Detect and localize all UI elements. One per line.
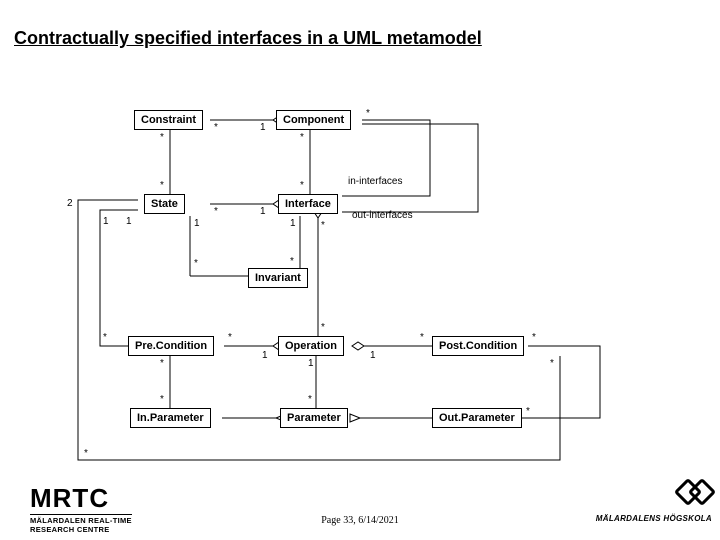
logo-mdh-icon (676, 479, 712, 501)
mult: 1 (126, 216, 132, 227)
mult: * (228, 332, 232, 343)
class-state: State (144, 194, 185, 214)
mult: * (300, 180, 304, 191)
page-title: Contractually specified interfaces in a … (14, 28, 482, 49)
role-out-interfaces: out-interfaces (352, 210, 413, 221)
mult: * (103, 332, 107, 343)
mult: * (214, 206, 218, 217)
mult: 1 (260, 206, 266, 217)
class-component: Component (276, 110, 351, 130)
mult: * (160, 180, 164, 191)
mult: 1 (370, 350, 376, 361)
mult: * (420, 332, 424, 343)
class-precondition: Pre.Condition (128, 336, 214, 356)
mult: * (160, 358, 164, 369)
mult: 1 (290, 218, 296, 229)
class-interface: Interface (278, 194, 338, 214)
diagram-edges (0, 60, 720, 480)
mult: 1 (260, 122, 266, 133)
logo-mrtc: MRTC MÄLARDALEN REAL-TIME RESEARCH CENTR… (30, 483, 132, 534)
class-postcondition: Post.Condition (432, 336, 524, 356)
mult: * (290, 256, 294, 267)
mult: * (366, 108, 370, 119)
mult: * (321, 220, 325, 231)
logo-mdh: MÄLARDALENS HÖGSKOLA (596, 479, 712, 526)
class-operation: Operation (278, 336, 344, 356)
class-parameter: Parameter (280, 408, 348, 428)
mult: * (550, 358, 554, 369)
class-outparameter: Out.Parameter (432, 408, 522, 428)
uml-diagram: Constraint Component State Interface Inv… (0, 60, 720, 480)
class-invariant: Invariant (248, 268, 308, 288)
mult: * (194, 258, 198, 269)
mult: * (308, 394, 312, 405)
logo-mrtc-main: MRTC (30, 483, 132, 514)
mult: 1 (103, 216, 109, 227)
mult: * (300, 132, 304, 143)
role-in-interfaces: in-interfaces (348, 176, 402, 187)
footer: MRTC MÄLARDALEN REAL-TIME RESEARCH CENTR… (0, 480, 720, 540)
mult: * (526, 406, 530, 417)
mult: * (160, 394, 164, 405)
mult: * (214, 122, 218, 133)
mult: 1 (194, 218, 200, 229)
mult: * (321, 322, 325, 333)
mult: * (532, 332, 536, 343)
logo-mdh-text: MÄLARDALENS HÖGSKOLA (596, 514, 712, 523)
class-inparameter: In.Parameter (130, 408, 211, 428)
mult: 1 (262, 350, 268, 361)
class-constraint: Constraint (134, 110, 203, 130)
mult: 2 (67, 198, 73, 209)
mult: * (84, 448, 88, 459)
mult: 1 (308, 358, 314, 369)
mult: * (160, 132, 164, 143)
